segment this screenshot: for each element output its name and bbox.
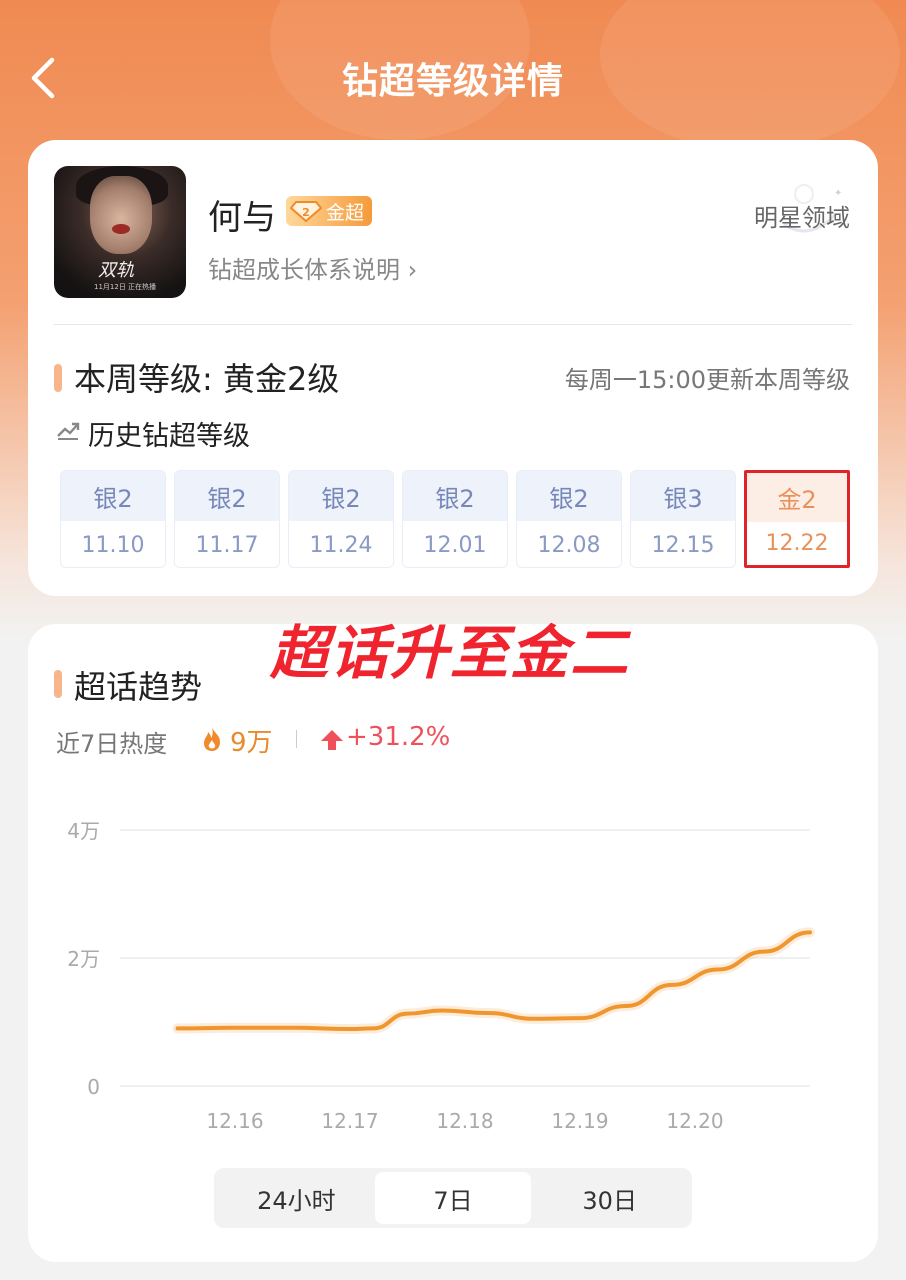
x-tick-label: 12.20: [666, 1109, 723, 1133]
tab-7d[interactable]: 7日: [374, 1172, 532, 1224]
domain-label: 明星领域: [754, 204, 850, 232]
level-date: 11.10: [61, 521, 165, 567]
x-tick-label: 12.17: [321, 1109, 378, 1133]
level-name: 银2: [61, 471, 165, 521]
star-level-card: 双轨 11月12日 正在热播 何与 2 金超 钻超成长体系说明 › ✦ 明星领域…: [28, 140, 878, 596]
page-title: 钻超等级详情: [341, 61, 564, 102]
diamond-level-icon: 2: [290, 201, 322, 223]
section-marker: [54, 364, 62, 392]
fire-icon: [204, 727, 220, 751]
trend-card: 超话趋势 近7日热度 9万 +31.2% 0 2万 4万 12.16 12.17 12.1…: [28, 624, 878, 1262]
separator: [296, 730, 297, 748]
trend-line-chart: 0 2万 4万 12.16 12.17 12.18 12.19 12.20: [67, 819, 815, 1133]
poster-date: 11月12日 正在热播: [94, 283, 157, 291]
level-history-item-current[interactable]: 金2 12.22: [744, 470, 850, 568]
x-tick-label: 12.19: [551, 1109, 608, 1133]
trend-icon: [57, 422, 80, 440]
top-bar: 钻超等级详情: [0, 0, 906, 150]
svg-text:2: 2: [302, 206, 310, 219]
poster-title: 双轨: [98, 260, 134, 281]
level-date: 11.24: [289, 521, 393, 567]
range-tabs: 24小时 7日 30日: [214, 1168, 692, 1228]
badge-label: 金超: [326, 201, 365, 224]
star-name: 何与: [208, 198, 276, 238]
history-title: 历史钻超等级: [88, 421, 250, 452]
level-name: 银2: [517, 471, 621, 521]
level-badge[interactable]: 2 金超: [286, 196, 373, 226]
level-name: 银2: [175, 471, 279, 521]
arrow-up-icon: [321, 730, 343, 750]
trend-title: 超话趋势: [74, 668, 203, 706]
level-date: 12.08: [517, 521, 621, 567]
level-date: 12.15: [631, 521, 735, 567]
y-tick-label: 0: [87, 1075, 100, 1099]
level-name: 银2: [289, 471, 393, 521]
tab-24h[interactable]: 24小时: [218, 1172, 375, 1224]
growth-system-link[interactable]: 钻超成长体系说明 ›: [208, 250, 417, 285]
divider: [54, 324, 852, 325]
update-note: 每周一15:00更新本周等级: [564, 366, 850, 394]
level-history-item[interactable]: 银2 12.01: [402, 470, 508, 568]
level-name: 银3: [631, 471, 735, 521]
y-tick-label: 4万: [67, 819, 100, 843]
heat-label: 近7日热度: [56, 730, 168, 758]
avatar-detail: [112, 224, 130, 234]
level-date: 12.01: [403, 521, 507, 567]
tab-30d[interactable]: 30日: [531, 1172, 688, 1224]
x-tick-label: 12.16: [206, 1109, 263, 1133]
series-line: [175, 930, 812, 1032]
level-history-item[interactable]: 银3 12.15: [630, 470, 736, 568]
level-date: 11.17: [175, 521, 279, 567]
level-name: 金2: [747, 473, 847, 522]
heat-value: 9万: [230, 728, 273, 758]
overlay-annotation: 超话升至金二: [270, 619, 631, 687]
level-history-list: 银2 11.10 银2 11.17 银2 11.24 银2 12.01 银2 1…: [60, 470, 850, 568]
weekly-level-title: 本周等级: 黄金2级: [74, 360, 340, 398]
level-date: 12.22: [747, 522, 847, 565]
level-name: 银2: [403, 471, 507, 521]
star-avatar[interactable]: 双轨 11月12日 正在热播: [54, 166, 186, 298]
x-tick-label: 12.18: [436, 1109, 493, 1133]
avatar-face: [90, 176, 152, 254]
change-value: +31.2%: [346, 722, 451, 752]
level-history-item[interactable]: 银2 11.10: [60, 470, 166, 568]
section-marker: [54, 670, 62, 698]
y-tick-label: 2万: [67, 947, 100, 971]
level-history-item[interactable]: 银2 11.17: [174, 470, 280, 568]
level-history-item[interactable]: 银2 12.08: [516, 470, 622, 568]
level-history-item[interactable]: 银2 11.24: [288, 470, 394, 568]
